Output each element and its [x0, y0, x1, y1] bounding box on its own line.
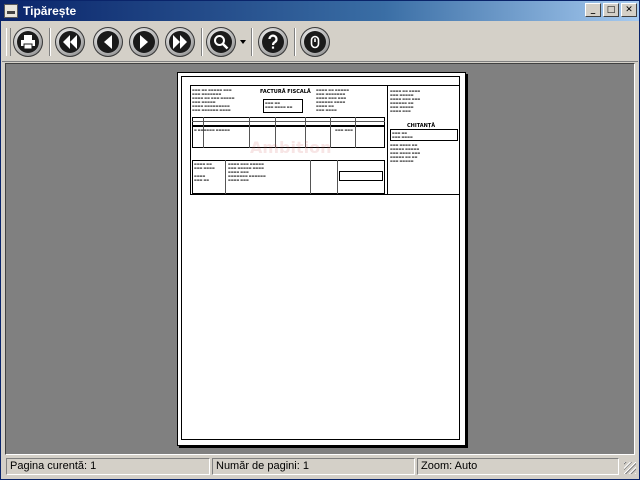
left-arrow-icon	[97, 31, 119, 53]
toolbar-grip[interactable]	[6, 28, 11, 56]
invoice-number-text: ▬▬▬ ▬▬ ▬▬▬ ▬▬▬▬ ▬▬	[265, 101, 293, 109]
table-col	[203, 117, 204, 148]
exit-button[interactable]	[300, 27, 330, 57]
toolbar-separator	[294, 28, 296, 56]
window-title: Tipărește	[23, 4, 77, 18]
printer-app-icon	[4, 4, 18, 18]
supplier-text: ▬▬▬ ▬▬ ▬▬▬▬▬ ▬▬▬ ▬▬▬ ▬▬▬▬▬▬▬ ▬▬▬▬ ▬▬ ▬▬▬ ▬…	[192, 88, 235, 112]
page-count-status: Număr de pagini: 1	[212, 458, 415, 475]
receipt-issuer-text: ▬▬▬▬ ▬▬ ▬▬▬▬ ▬▬▬ ▬▬▬▬▬ ▬▬▬▬ ▬▬▬ ▬▬▬ ▬▬▬▬▬▬ …	[390, 89, 421, 113]
double-left-arrow-icon	[59, 31, 81, 53]
next-page-button[interactable]	[129, 27, 159, 57]
watermark: Ambition	[250, 138, 332, 157]
current-page-status: Pagina curentă: 1	[6, 458, 210, 475]
table-rule	[192, 121, 385, 122]
zoom-button[interactable]	[206, 27, 236, 57]
footer-col	[337, 160, 338, 194]
toolbar-separator	[251, 28, 253, 56]
item-row-text: ▬ ▬▬▬▬▬▬ ▬▬▬▬▬	[194, 128, 230, 132]
document-page: FACTURĂ FISCALĂ CHITANȚĂ ▬▬▬ ▬▬ ▬▬▬▬▬ ▬▬…	[177, 72, 466, 446]
footer-col	[310, 160, 311, 194]
help-button[interactable]	[258, 27, 288, 57]
receipt-body-text: ▬▬▬ ▬▬▬▬ ▬▬ ▬▬▬▬▬ ▬▬▬▬▬ ▬▬▬ ▬▬▬▬ ▬▬▬ ▬▬▬▬▬ …	[390, 143, 421, 163]
right-arrow-icon	[133, 31, 155, 53]
zoom-status: Zoom: Auto	[417, 458, 619, 475]
power-icon	[304, 31, 326, 53]
zoom-dropdown-arrow-icon[interactable]	[240, 40, 246, 44]
printer-icon	[17, 31, 39, 53]
status-bar: Pagina curentă: 1 Număr de pagini: 1 Zoo…	[2, 456, 638, 478]
minimize-button[interactable]: _	[585, 3, 601, 17]
resize-grip-icon[interactable]	[624, 462, 636, 474]
window-controls: _ □ ✕	[583, 3, 637, 17]
last-page-button[interactable]	[165, 27, 195, 57]
item-row-value: ▬▬▬ ▬▬▬	[335, 128, 353, 132]
double-right-arrow-icon	[169, 31, 191, 53]
toolbar	[2, 22, 638, 62]
magnifier-icon	[210, 31, 232, 53]
footer-signature-text: ▬▬▬▬ ▬▬ ▬▬▬ ▬▬▬▬ ▬▬▬▬ ▬▬▬ ▬▬	[194, 162, 215, 182]
question-mark-icon	[262, 31, 284, 53]
total-box	[339, 171, 383, 181]
print-preview-window: Tipărește _ □ ✕ FACTURĂ FISCALĂ CHITANȚĂ…	[0, 0, 640, 480]
footer-delegate-text: ▬▬▬▬ ▬▬▬ ▬▬▬▬▬ ▬▬▬ ▬▬▬▬▬ ▬▬▬▬ ▬▬▬▬ ▬▬▬ ▬▬▬▬…	[228, 162, 266, 182]
close-button[interactable]: ✕	[621, 3, 637, 17]
toolbar-separator	[201, 28, 203, 56]
toolbar-separator	[49, 28, 51, 56]
footer-col	[225, 160, 226, 194]
receipt-number-text: ▬▬▬ ▬▬ ▬▬▬ ▬▬▬▬	[392, 131, 413, 139]
maximize-button[interactable]: □	[603, 3, 619, 17]
title-bar: Tipărește _ □ ✕	[1, 1, 639, 21]
first-page-button[interactable]	[55, 27, 85, 57]
table-col	[355, 117, 356, 148]
client-text: ▬▬▬▬ ▬▬ ▬▬▬▬▬ ▬▬▬ ▬▬▬▬▬▬▬ ▬▬▬▬ ▬▬▬ ▬▬▬ ▬▬▬▬…	[316, 88, 350, 112]
invoice-title: FACTURĂ FISCALĂ	[260, 89, 311, 95]
previous-page-button[interactable]	[93, 27, 123, 57]
print-button[interactable]	[13, 27, 43, 57]
preview-area[interactable]: FACTURĂ FISCALĂ CHITANȚĂ ▬▬▬ ▬▬ ▬▬▬▬▬ ▬▬…	[5, 63, 635, 455]
